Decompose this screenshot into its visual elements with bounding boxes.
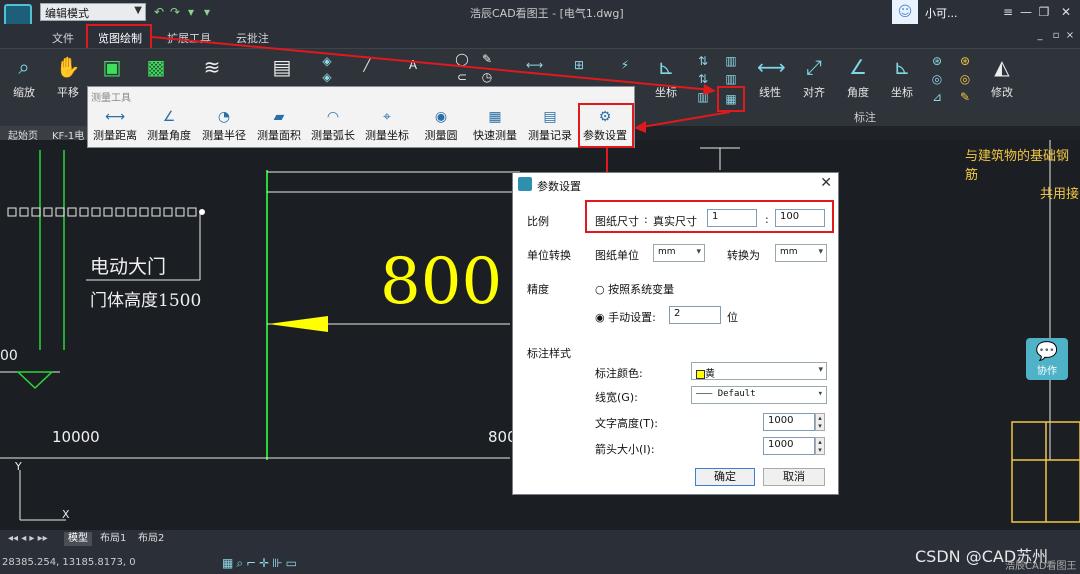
- radio-selected-icon: ◉: [595, 311, 605, 324]
- linewidth-select[interactable]: ——— Default ▾: [691, 386, 827, 404]
- chat-icon: 💬: [1035, 341, 1059, 362]
- ok-button[interactable]: 确定: [695, 468, 755, 486]
- coordinate-readout: 28385.254, 13185.8173, 0: [2, 557, 136, 568]
- convert-to-value: mm: [780, 247, 798, 257]
- arrow-size-label: 箭头大小(I):: [595, 443, 655, 456]
- precision-input[interactable]: 2: [669, 306, 721, 324]
- convert-to-select[interactable]: mm ▾: [775, 244, 827, 262]
- cancel-button[interactable]: 取消: [763, 468, 825, 486]
- chevron-down-icon: ▾: [818, 247, 823, 257]
- app-watermark: 浩辰CAD看图王: [1005, 561, 1077, 572]
- collaboration-button[interactable]: 💬 协作: [1026, 338, 1068, 380]
- tab-model[interactable]: 模型: [64, 532, 92, 546]
- arrow-size-spinner[interactable]: ▴ ▾: [815, 437, 825, 455]
- radio-manual-label: 手动设置:: [608, 311, 656, 324]
- nav-first-icon[interactable]: ◂◂ ◂ ▸ ▸▸: [4, 532, 52, 546]
- tab-layout2[interactable]: 布局2: [134, 532, 168, 546]
- linewidth-label: 线宽(G):: [595, 391, 638, 404]
- status-tool-icons[interactable]: ▦⌕⌐✛⊪▭: [222, 556, 300, 571]
- scale-label: 比例: [527, 215, 549, 228]
- line-preview: ———: [696, 389, 718, 399]
- dialog-title: 参数设置: [537, 180, 581, 193]
- dim-style-label: 标注样式: [527, 347, 571, 360]
- chevron-down-icon: ▾: [818, 365, 823, 375]
- precision-label: 精度: [527, 283, 549, 296]
- dim-color-select[interactable]: 黄 ▾: [691, 362, 827, 380]
- radio-icon: ○: [595, 283, 605, 296]
- paper-unit-label: 图纸单位: [595, 249, 639, 262]
- chevron-down-icon: ▾: [817, 389, 823, 399]
- color-swatch: [696, 369, 705, 379]
- unit-conversion-label: 单位转换: [527, 249, 571, 262]
- paper-unit-value: mm: [658, 247, 676, 257]
- highlight-box: [585, 200, 834, 233]
- convert-to-label: 转换为: [727, 249, 760, 262]
- radio-system-variable[interactable]: ○ 按照系统变量: [595, 281, 674, 297]
- tab-layout1[interactable]: 布局1: [96, 532, 130, 546]
- chevron-down-icon: ▾: [696, 247, 701, 257]
- app-icon: [518, 177, 532, 191]
- dim-color-label: 标注颜色:: [595, 367, 643, 380]
- text-height-spinner[interactable]: ▴ ▾: [815, 413, 825, 431]
- dim-color-value: 黄: [705, 369, 715, 380]
- text-height-input[interactable]: 1000: [763, 413, 815, 431]
- close-icon[interactable]: ✕: [820, 175, 832, 191]
- collaboration-label: 协作: [1037, 366, 1057, 377]
- paper-unit-select[interactable]: mm ▾: [653, 244, 705, 262]
- digit-label: 位: [727, 311, 738, 324]
- text-height-label: 文字高度(T):: [595, 417, 659, 430]
- radio-system-label: 按照系统变量: [608, 283, 675, 296]
- linewidth-value: Default: [717, 389, 756, 399]
- radio-manual[interactable]: ◉ 手动设置:: [595, 309, 656, 325]
- arrow-size-input[interactable]: 1000: [763, 437, 815, 455]
